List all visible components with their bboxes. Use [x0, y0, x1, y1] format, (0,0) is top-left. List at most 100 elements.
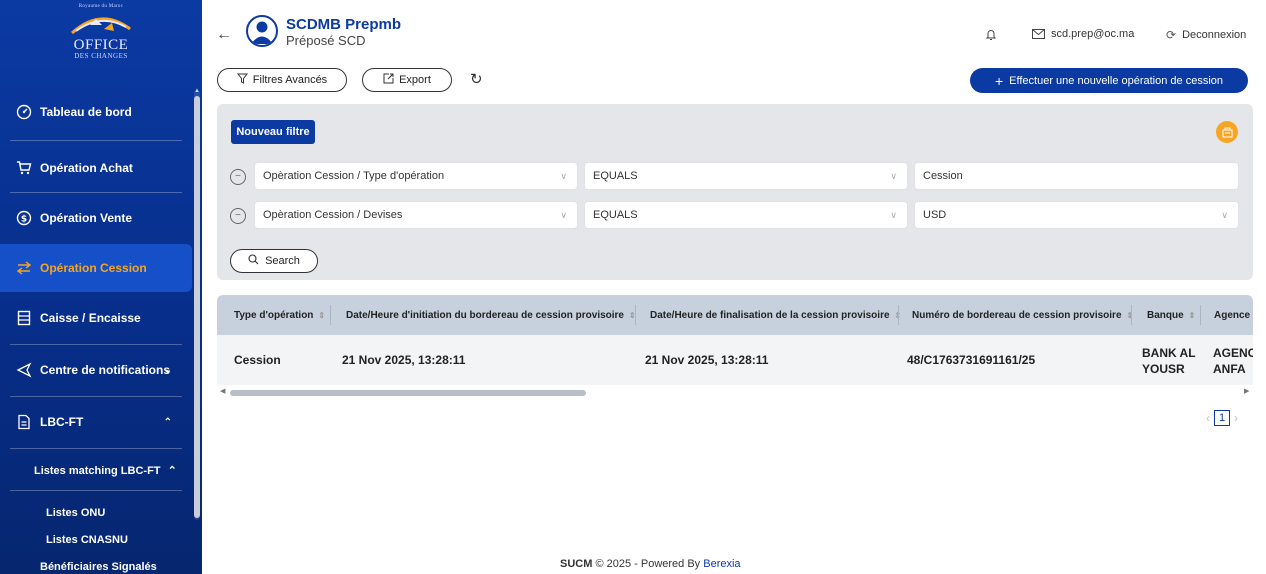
user-name: SCDMB Prepmb [286, 16, 402, 33]
cell-agence-line1: AGENC [1213, 346, 1253, 360]
saved-filters-icon[interactable] [1216, 121, 1238, 143]
filter-value-input[interactable]: Cession [914, 162, 1239, 190]
advanced-filters-label: Filtres Avancés [252, 74, 328, 86]
search-button[interactable]: Search [230, 249, 318, 273]
chevron-up-icon: ⌃ [167, 465, 177, 477]
sidebar-group-listes-matching[interactable]: Listes matching LBC-FT ⌃ [34, 464, 177, 477]
filter-field-select[interactable]: Opèration Cession / Type d'opération ∨ [254, 162, 578, 190]
footer-text: © 2025 - Powered By [595, 558, 701, 570]
sidebar-item-tableau-de-bord[interactable]: Tableau de bord [0, 88, 192, 136]
filter-value-text: USD [923, 209, 947, 221]
sidebar-item-operation-vente[interactable]: $ Opération Vente [0, 194, 192, 242]
chevron-down-icon: ∨ [890, 209, 897, 220]
column-header-agence[interactable]: Agence [1214, 295, 1250, 335]
export-label: Export [399, 74, 431, 86]
filter-field-value: Opèration Cession / Devises [263, 209, 403, 221]
logout-label: Deconnexion [1182, 29, 1247, 41]
column-divider [330, 305, 331, 325]
chevron-down-icon: ∨ [1221, 209, 1228, 220]
svg-text:$: $ [21, 215, 27, 225]
next-page-icon[interactable]: › [1234, 411, 1238, 425]
sidebar-item-label: LBC-FT [40, 415, 84, 429]
new-filter-button[interactable]: Nouveau filtre [231, 120, 315, 144]
sidebar-sub-item-beneficiaires-signales[interactable]: Bénéficiaires Signalés [40, 561, 157, 573]
notifications-bell-button[interactable] [985, 28, 997, 41]
remove-filter-icon[interactable]: − [230, 208, 246, 224]
sidebar: Royaume du Maroc OFFICE DES CHANGES ▲ Ta… [0, 0, 202, 574]
column-header-banque[interactable]: Banque ⇕ [1147, 295, 1195, 335]
sort-icon[interactable]: ⇕ [1189, 311, 1196, 320]
column-header-type[interactable]: Type d'opération ⇕ [234, 295, 325, 335]
export-button[interactable]: Export [362, 68, 452, 92]
sidebar-group-label: Listes matching LBC-FT [34, 465, 161, 477]
search-icon [248, 254, 259, 268]
avatar[interactable] [246, 15, 278, 47]
sidebar-scroll-up-icon[interactable]: ▲ [194, 88, 200, 94]
sort-icon[interactable]: ⇕ [1127, 311, 1134, 320]
column-header-label: Banque [1147, 309, 1184, 321]
filter-operator-select[interactable]: EQUALS ∨ [584, 201, 908, 229]
new-cession-operation-button[interactable]: + Effectuer une nouvelle opération de ce… [970, 68, 1248, 93]
logo-top-text: Royaume du Maroc [78, 4, 124, 9]
refresh-icon[interactable]: ↻ [470, 70, 483, 88]
logo-name: OFFICE [73, 37, 129, 53]
cell-type: Cession [234, 353, 281, 367]
sidebar-sub-item-listes-cnasnu[interactable]: Listes CNASNU [46, 534, 128, 546]
operations-table: Type d'opération ⇕ Date/Heure d'initiatio… [217, 295, 1253, 395]
filter-field-select[interactable]: Opèration Cession / Devises ∨ [254, 201, 578, 229]
sidebar-sub-item-listes-onu[interactable]: Listes ONU [46, 507, 105, 519]
sidebar-item-label: Caisse / Encaisse [40, 311, 141, 325]
sidebar-scroll-thumb[interactable] [194, 96, 200, 518]
office-des-changes-logo[interactable]: Royaume du Maroc OFFICE DES CHANGES [0, 0, 202, 88]
cart-icon [16, 160, 32, 176]
filter-value-select[interactable]: USD ∨ [914, 201, 1239, 229]
prev-page-icon[interactable]: ‹ [1206, 411, 1210, 425]
table-row[interactable]: Cession 21 Nov 2025, 13:28:11 21 Nov 202… [217, 335, 1253, 385]
advanced-filters-button[interactable]: Filtres Avancés [217, 68, 347, 92]
chevron-down-icon: ∨ [560, 209, 567, 220]
cell-numero: 48/C1763731691161/25 [907, 353, 1036, 367]
column-divider [898, 305, 899, 325]
sidebar-item-operation-cession[interactable]: Opération Cession [0, 244, 192, 292]
user-email: scd.prep@oc.ma [1051, 28, 1135, 40]
chevron-down-icon[interactable]: ⌄ [164, 365, 172, 376]
app-root: Royaume du Maroc OFFICE DES CHANGES ▲ Ta… [0, 0, 1266, 574]
chevron-down-icon: ∨ [560, 170, 567, 181]
filter-operator-select[interactable]: EQUALS ∨ [584, 162, 908, 190]
export-icon [383, 73, 394, 87]
logo-emblem-icon [70, 17, 131, 35]
document-icon [16, 414, 32, 430]
filter-operator-value: EQUALS [593, 170, 638, 182]
plus-icon: + [994, 72, 1004, 89]
logout-button[interactable]: ⟳ Deconnexion [1166, 28, 1246, 42]
sidebar-item-lbc-ft[interactable]: LBC-FT ⌃ [0, 398, 192, 446]
dollar-circle-icon: $ [16, 210, 32, 226]
sidebar-item-centre-de-notifications[interactable]: Centre de notifications ⌄ [0, 346, 192, 394]
column-header-init-date[interactable]: Date/Heure d'initiation du bordereau de … [346, 295, 636, 335]
user-avatar-icon [251, 21, 273, 44]
cell-banque-line2: YOUSR [1142, 362, 1185, 376]
column-header-final-date[interactable]: Date/Heure de finalisation de la cession… [650, 295, 901, 335]
email-link[interactable]: scd.prep@oc.ma [1032, 28, 1134, 40]
column-header-label: Numéro de bordereau de cession provisoir… [912, 309, 1122, 321]
sidebar-item-operation-achat[interactable]: Opération Achat [0, 144, 192, 192]
logo-subtitle: DES CHANGES [74, 52, 128, 60]
chevron-up-icon[interactable]: ⌃ [164, 417, 172, 428]
remove-filter-icon[interactable]: − [230, 169, 246, 185]
footer-company-link[interactable]: Berexia [703, 558, 740, 570]
table-horizontal-scroll-thumb[interactable] [230, 390, 586, 396]
bell-icon [985, 30, 997, 40]
column-divider [635, 305, 636, 325]
sidebar-item-caisse-encaisse[interactable]: Caisse / Encaisse [0, 294, 192, 342]
filter-field-value: Opèration Cession / Type d'opération [263, 170, 445, 182]
page-number-current[interactable]: 1 [1214, 410, 1230, 426]
scroll-left-icon[interactable]: ◀ [220, 387, 225, 395]
sidebar-item-label: Opération Vente [40, 211, 133, 225]
sidebar-divider [10, 448, 182, 449]
column-header-label: Type d'opération [234, 309, 314, 321]
back-arrow-icon[interactable]: ← [216, 26, 232, 44]
scroll-right-icon[interactable]: ▶ [1244, 387, 1249, 395]
sort-icon[interactable]: ⇕ [318, 311, 325, 320]
column-header-numero[interactable]: Numéro de bordereau de cession provisoir… [912, 295, 1133, 335]
sidebar-divider [10, 344, 182, 345]
